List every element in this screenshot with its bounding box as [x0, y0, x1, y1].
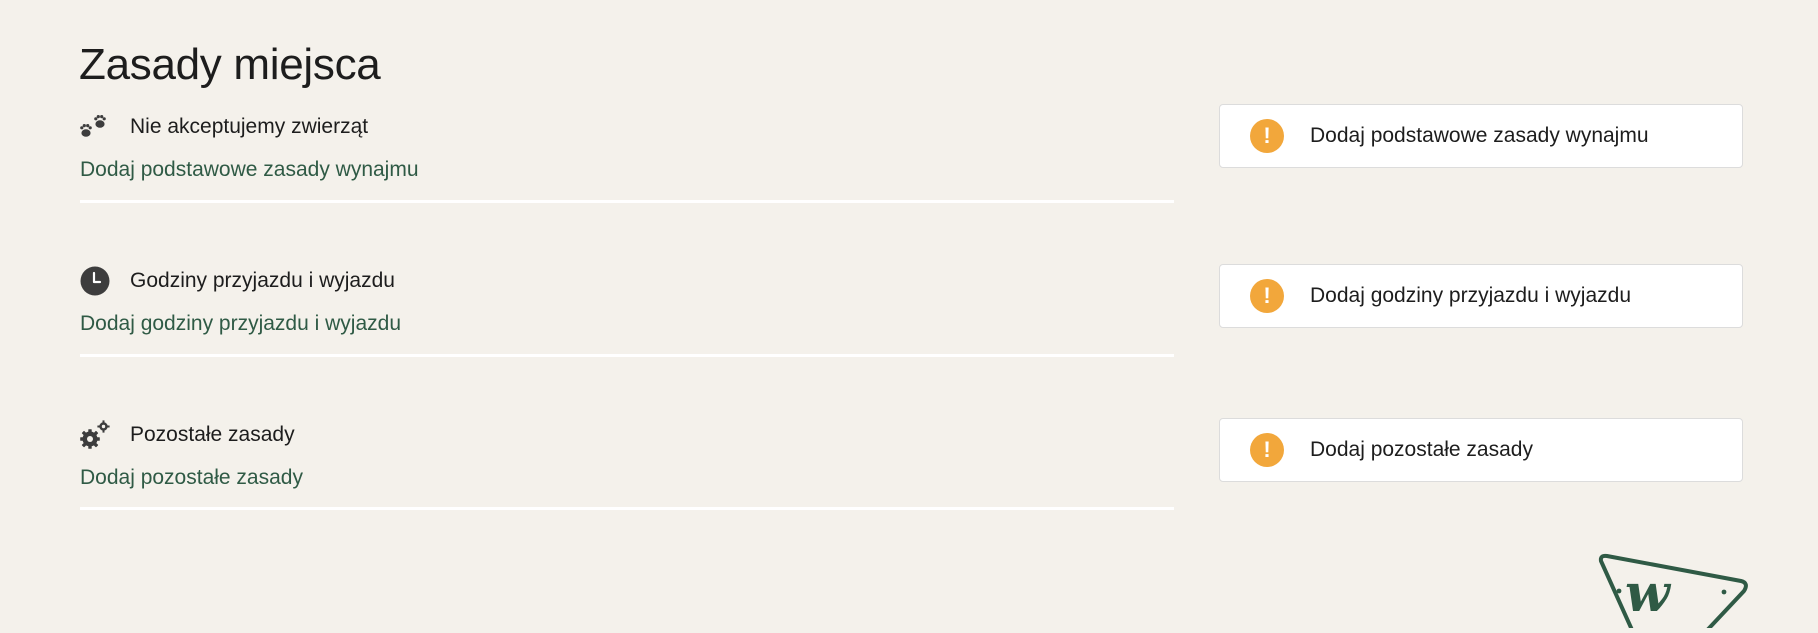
- page-title: Zasady miejsca: [79, 40, 381, 89]
- clock-icon: [80, 266, 110, 296]
- section-title: Nie akceptujemy zwierząt: [130, 115, 369, 138]
- add-basic-rules-link[interactable]: Dodaj podstawowe zasady wynajmu: [80, 158, 1174, 182]
- section-title: Godziny przyjazdu i wyjazdu: [130, 269, 395, 292]
- add-other-rules-card[interactable]: ! Dodaj pozostałe zasady: [1219, 418, 1743, 482]
- rule-section-checkin: Godziny przyjazdu i wyjazdu Dodaj godzin…: [80, 265, 1174, 357]
- paw-icon: [80, 112, 110, 142]
- card-label: Dodaj pozostałe zasady: [1310, 438, 1533, 461]
- warning-icon: !: [1250, 279, 1284, 313]
- add-checkin-hours-link[interactable]: Dodaj godziny przyjazdu i wyjazdu: [80, 312, 1174, 336]
- rule-section-other: Pozostałe zasady Dodaj pozostałe zasady: [80, 419, 1174, 510]
- warning-icon: !: [1250, 119, 1284, 153]
- add-basic-rules-card[interactable]: ! Dodaj podstawowe zasady wynajmu: [1219, 104, 1743, 168]
- logo-letter: w: [1625, 563, 1672, 624]
- add-other-rules-link[interactable]: Dodaj pozostałe zasady: [80, 466, 1174, 490]
- section-title: Pozostałe zasady: [130, 423, 295, 446]
- add-checkin-hours-card[interactable]: ! Dodaj godziny przyjazdu i wyjazdu: [1219, 264, 1743, 328]
- section-divider: [80, 507, 1174, 510]
- section-divider: [80, 354, 1174, 357]
- section-header: Pozostałe zasady: [80, 419, 1174, 451]
- section-header: Godziny przyjazdu i wyjazdu: [80, 265, 1174, 297]
- section-header: Nie akceptujemy zwierząt: [80, 111, 1174, 143]
- warning-icon: !: [1250, 433, 1284, 467]
- card-label: Dodaj godziny przyjazdu i wyjazdu: [1310, 284, 1631, 307]
- gears-icon: [80, 420, 110, 450]
- section-divider: [80, 200, 1174, 203]
- rule-section-pets: Nie akceptujemy zwierząt Dodaj podstawow…: [80, 111, 1174, 203]
- card-label: Dodaj podstawowe zasady wynajmu: [1310, 124, 1649, 147]
- brand-logo-icon: w: [1597, 551, 1757, 633]
